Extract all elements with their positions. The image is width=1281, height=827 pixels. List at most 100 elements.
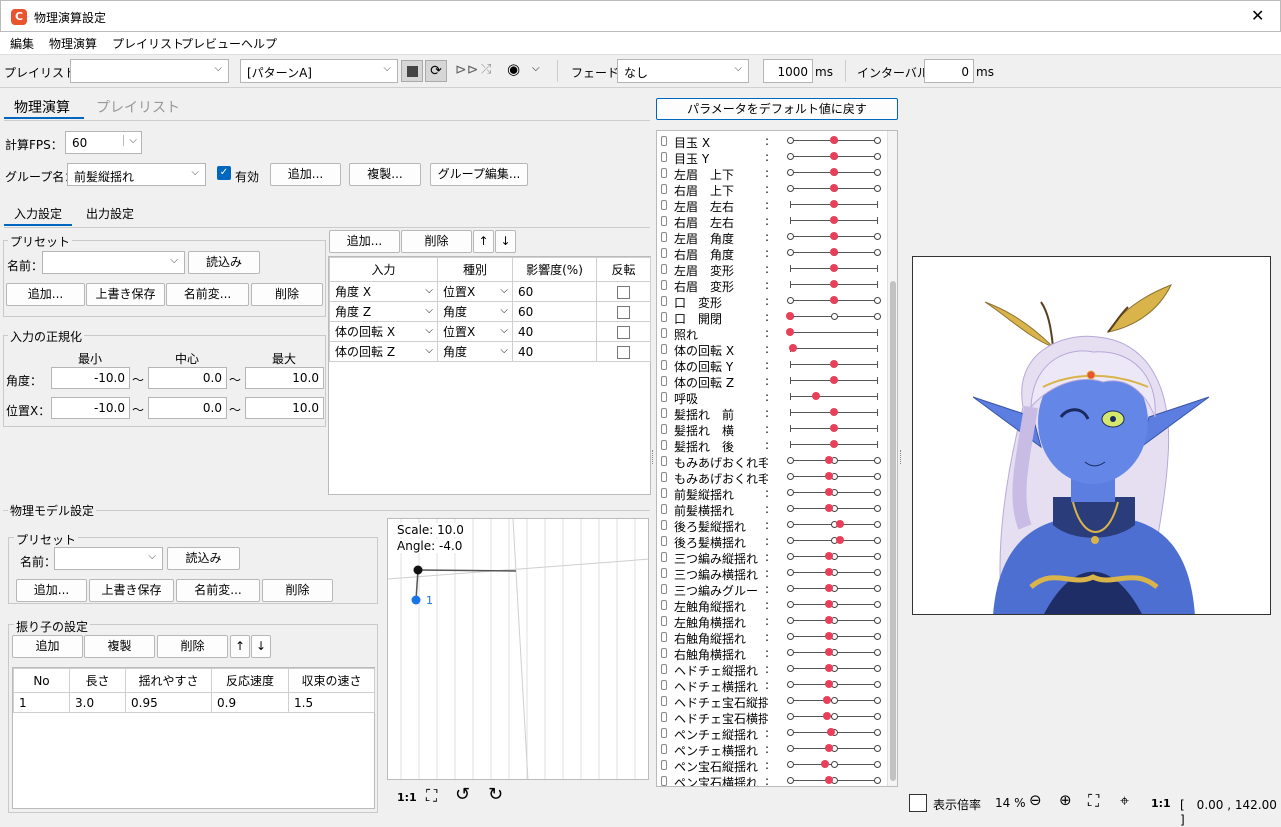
fit-icon[interactable]: ⛶ — [1088, 791, 1099, 811]
menu-physics[interactable]: 物理演算 — [49, 35, 97, 52]
lock-icon[interactable] — [661, 600, 667, 610]
posx-center-input[interactable]: 0.0 — [148, 397, 227, 419]
chevron-down-icon[interactable]: ⌵ — [500, 345, 508, 356]
param-row[interactable]: 前髪縦揺れ: — [657, 485, 887, 502]
lock-icon[interactable] — [661, 376, 667, 386]
model-preset-add-button[interactable]: 追加... — [16, 579, 87, 602]
param-row[interactable]: 体の回転 X: — [657, 341, 887, 358]
param-row[interactable]: ヘドチェ宝石縦揺...: — [657, 693, 887, 710]
reflect-checkbox[interactable] — [617, 285, 630, 299]
slider-handle[interactable] — [786, 328, 794, 336]
lock-icon[interactable] — [661, 536, 667, 546]
param-row[interactable]: 右触角横揺れ: — [657, 645, 887, 662]
rotate-right-icon[interactable]: ↻ — [488, 784, 503, 805]
lock-icon[interactable] — [661, 552, 667, 562]
pendulum-delete-button[interactable]: 削除 — [157, 635, 228, 658]
lock-icon[interactable] — [661, 216, 667, 226]
lock-icon[interactable] — [661, 760, 667, 770]
angle-max-input[interactable]: 10.0 — [245, 367, 324, 389]
model-preset-delete-button[interactable]: 削除 — [262, 579, 333, 602]
pattern-select[interactable]: [パターンA] ⌵ — [240, 59, 398, 83]
lock-icon[interactable] — [661, 776, 667, 786]
table-row[interactable]: 1 3.0 0.95 0.9 1.5 — [13, 692, 375, 713]
slider-handle[interactable] — [829, 424, 838, 432]
lock-icon[interactable] — [661, 728, 667, 738]
tab-output-settings[interactable]: 出力設定 — [86, 205, 134, 222]
param-row[interactable]: 目玉 Y: — [657, 149, 887, 166]
slider-handle[interactable] — [826, 728, 835, 736]
model-preset-rename-button[interactable]: 名前変... — [176, 579, 260, 602]
param-row[interactable]: 髪揺れ 前: — [657, 405, 887, 422]
reflect-checkbox[interactable] — [617, 345, 630, 359]
param-row[interactable]: 三つ編み縦揺れ: — [657, 549, 887, 566]
pendulum-add-button[interactable]: 追加 — [12, 635, 83, 658]
slider-handle[interactable] — [829, 200, 838, 208]
lock-icon[interactable] — [661, 296, 667, 306]
slider-handle[interactable] — [836, 536, 845, 544]
interval-input[interactable]: 0 — [924, 59, 974, 83]
param-row[interactable]: 右眉 角度: — [657, 245, 887, 262]
loop-icon[interactable]: ⟳ — [425, 60, 447, 82]
reflect-checkbox[interactable] — [617, 325, 630, 339]
ratio-button[interactable]: 1:1 — [397, 791, 417, 804]
slider-handle[interactable] — [829, 168, 838, 176]
scrollbar[interactable] — [887, 131, 897, 786]
stop-button[interactable] — [401, 60, 423, 82]
preset-overwrite-button[interactable]: 上書き保存 — [86, 283, 165, 306]
lock-icon[interactable] — [661, 152, 667, 162]
slider-handle[interactable] — [786, 312, 794, 320]
lock-icon[interactable] — [661, 472, 667, 482]
slider-handle[interactable] — [829, 152, 838, 160]
zoom-out-icon[interactable]: ⊖ — [1029, 791, 1042, 809]
chevron-down-icon[interactable]: ⌵ — [500, 305, 508, 316]
tab-playlist[interactable]: プレイリスト — [96, 97, 180, 117]
lock-icon[interactable] — [661, 232, 667, 242]
slider-handle[interactable] — [829, 296, 838, 304]
chevron-down-icon[interactable]: ⌵ — [425, 345, 433, 356]
param-row[interactable]: ペンチェ横揺れ: — [657, 741, 887, 758]
param-row[interactable]: 右眉 上下: — [657, 181, 887, 198]
lock-icon[interactable] — [661, 264, 667, 274]
slider-handle[interactable] — [829, 232, 838, 240]
slider-handle[interactable] — [829, 360, 838, 368]
playlist-select[interactable]: ⌵ — [70, 59, 229, 83]
enabled-checkbox[interactable]: ✓ — [217, 166, 231, 180]
table-row[interactable]: 角度 Z ⌵ 角度 ⌵ 60 — [329, 301, 651, 322]
preset-delete-button[interactable]: 削除 — [251, 283, 323, 306]
move-up-button[interactable]: ↑ — [473, 230, 494, 253]
move-down-button[interactable]: ↓ — [495, 230, 516, 253]
lock-icon[interactable] — [661, 184, 667, 194]
model-preset-select[interactable]: ⌵ — [54, 547, 163, 570]
lock-icon[interactable] — [661, 440, 667, 450]
move-down-button[interactable]: ↓ — [251, 635, 271, 658]
param-row[interactable]: もみあげおくれ毛...: — [657, 453, 887, 470]
param-row[interactable]: ペンチェ縦揺れ: — [657, 725, 887, 742]
param-row[interactable]: 左触角横揺れ: — [657, 613, 887, 630]
param-row[interactable]: 右眉 変形: — [657, 277, 887, 294]
slider-handle[interactable] — [822, 712, 831, 720]
lock-icon[interactable] — [661, 280, 667, 290]
lock-icon[interactable] — [661, 584, 667, 594]
slider-handle[interactable] — [829, 376, 838, 384]
param-row[interactable]: 左眉 変形: — [657, 261, 887, 278]
close-icon[interactable]: ✕ — [1251, 6, 1264, 25]
slider-handle[interactable] — [829, 136, 838, 144]
param-row[interactable]: 左眉 左右: — [657, 197, 887, 214]
menu-help[interactable]: ヘルプ — [241, 35, 277, 52]
input-delete-button[interactable]: 削除 — [401, 230, 472, 253]
lock-icon[interactable] — [661, 696, 667, 706]
lock-icon[interactable] — [661, 328, 667, 338]
param-row[interactable]: 髪揺れ 後: — [657, 437, 887, 454]
param-row[interactable]: 後ろ髪縦揺れ: — [657, 517, 887, 534]
param-row[interactable]: 口 変形: — [657, 293, 887, 310]
param-row[interactable]: 左触角縦揺れ: — [657, 597, 887, 614]
pendulum-duplicate-button[interactable]: 複製 — [84, 635, 155, 658]
slider-handle[interactable] — [820, 760, 829, 768]
pendulum-anchor[interactable] — [413, 565, 423, 575]
lock-icon[interactable] — [661, 360, 667, 370]
param-row[interactable]: 左眉 角度: — [657, 229, 887, 246]
param-row[interactable]: もみあげおくれ毛...: — [657, 469, 887, 486]
model-preset-overwrite-button[interactable]: 上書き保存 — [89, 579, 174, 602]
slider-handle[interactable] — [812, 392, 821, 400]
slider-handle[interactable] — [829, 264, 838, 272]
